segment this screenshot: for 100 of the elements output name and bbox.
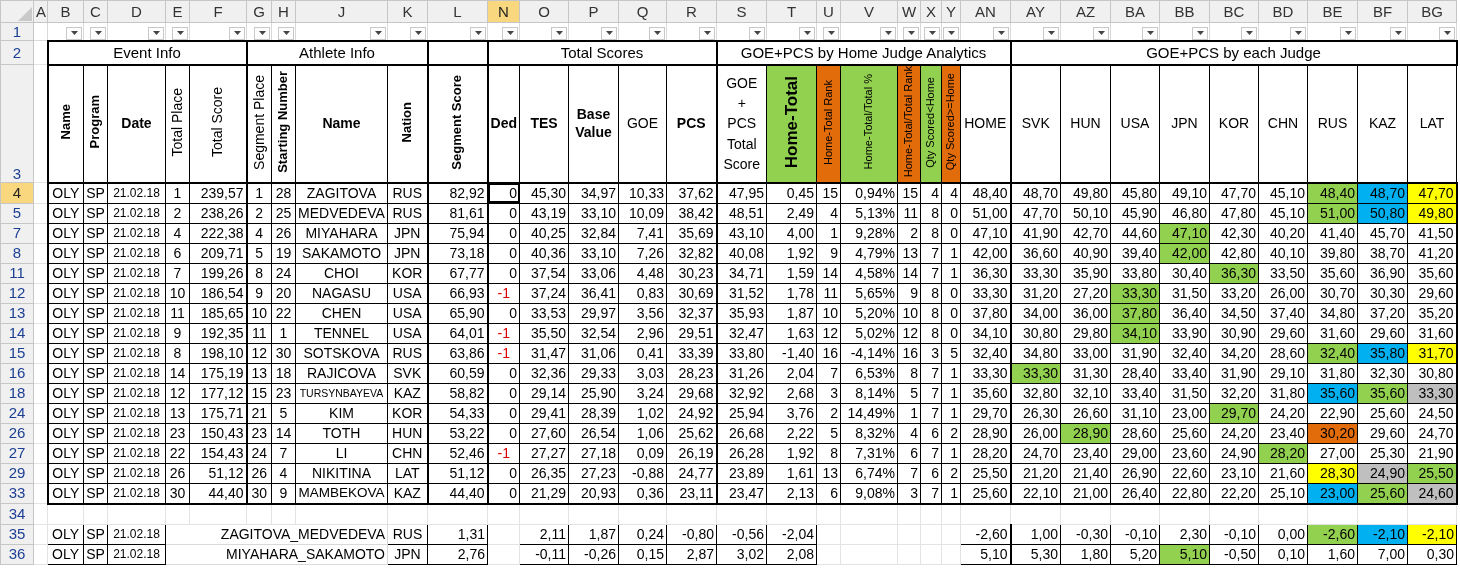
table-cell: 7 — [920, 403, 942, 423]
row-header[interactable]: 18 — [0, 383, 34, 403]
column-header[interactable]: D — [107, 0, 166, 23]
filter-button[interactable] — [229, 26, 245, 39]
column-header[interactable]: AZ — [1060, 0, 1111, 23]
column-header[interactable]: R — [666, 0, 717, 23]
column-header[interactable]: G — [246, 0, 272, 23]
column-header[interactable]: S — [716, 0, 767, 23]
filter-button[interactable] — [924, 26, 940, 39]
filter-button[interactable] — [799, 26, 815, 39]
filter-button[interactable] — [943, 26, 959, 39]
column-header[interactable]: K — [387, 0, 428, 23]
row-header[interactable]: 12 — [0, 283, 34, 303]
filter-button[interactable] — [172, 26, 188, 39]
filter-button[interactable] — [148, 26, 164, 39]
table-cell: 33,80 — [716, 343, 767, 363]
column-header[interactable]: J — [295, 0, 388, 23]
row-header[interactable]: 35 — [0, 524, 34, 544]
row-header[interactable]: 16 — [0, 363, 34, 383]
row-header[interactable]: 26 — [0, 423, 34, 443]
column-header[interactable]: O — [519, 0, 569, 23]
row-header[interactable]: 27 — [0, 443, 34, 463]
column-header[interactable]: P — [568, 0, 619, 23]
row-header[interactable]: 36 — [0, 544, 34, 564]
table-cell: 29,14 — [519, 383, 569, 403]
filter-button[interactable] — [278, 26, 294, 39]
row-header[interactable]: 5 — [0, 203, 34, 223]
column-header[interactable]: N — [487, 0, 520, 23]
filter-button[interactable] — [551, 26, 567, 39]
column-header[interactable]: B — [47, 0, 84, 23]
table-cell: 0,09 — [618, 443, 667, 463]
column-header[interactable]: W — [897, 0, 921, 23]
filter-button[interactable] — [1439, 26, 1455, 39]
table-cell: 26 — [165, 463, 190, 483]
column-header[interactable]: F — [189, 0, 247, 23]
filter-button[interactable] — [649, 26, 665, 39]
column-header[interactable]: AY — [1010, 0, 1061, 23]
column-header[interactable]: C — [83, 0, 108, 23]
table-cell: 29,97 — [568, 303, 619, 323]
column-header[interactable]: E — [165, 0, 190, 23]
column-header[interactable]: V — [840, 0, 898, 23]
filter-button[interactable] — [749, 26, 765, 39]
column-header[interactable]: BD — [1258, 0, 1308, 23]
column-header[interactable]: BF — [1357, 0, 1408, 23]
filter-button[interactable] — [903, 26, 919, 39]
row-header[interactable]: 14 — [0, 323, 34, 343]
column-header[interactable]: BB — [1159, 0, 1210, 23]
column-header[interactable]: H — [271, 0, 296, 23]
filter-button[interactable] — [370, 26, 386, 39]
column-header[interactable]: AN — [960, 0, 1011, 23]
filter-button[interactable] — [699, 26, 715, 39]
table-cell: 26 — [246, 463, 272, 483]
column-header[interactable]: L — [427, 0, 488, 23]
filter-button[interactable] — [90, 26, 106, 39]
column-header[interactable]: BE — [1307, 0, 1358, 23]
filter-button[interactable] — [601, 26, 617, 39]
row-header[interactable]: 29 — [0, 463, 34, 483]
row-header[interactable]: 13 — [0, 303, 34, 323]
row-header[interactable]: 8 — [0, 243, 34, 263]
table-cell: 32,54 — [568, 323, 619, 343]
row-header[interactable]: 2 — [0, 40, 34, 65]
column-header[interactable]: BG — [1407, 0, 1457, 23]
table-cell: 29,60 — [1357, 423, 1408, 443]
filter-button[interactable] — [254, 26, 270, 39]
table-cell: 27,20 — [1060, 283, 1111, 303]
filter-button[interactable] — [1043, 26, 1059, 39]
row-header[interactable]: 33 — [0, 483, 34, 504]
filter-button[interactable] — [823, 26, 839, 39]
filter-button[interactable] — [1241, 26, 1257, 39]
column-header[interactable]: BC — [1209, 0, 1259, 23]
column-label: Home-Total/Total % — [840, 64, 898, 183]
column-header[interactable]: Q — [618, 0, 667, 23]
table-cell: 25,94 — [716, 403, 767, 423]
filter-button[interactable] — [1290, 26, 1306, 39]
filter-button[interactable] — [1142, 26, 1158, 39]
column-header[interactable]: T — [766, 0, 817, 23]
table-cell: NIKITINA — [295, 463, 388, 483]
filter-button[interactable] — [470, 26, 486, 39]
filter-button[interactable] — [1192, 26, 1208, 39]
row-header[interactable]: 24 — [0, 403, 34, 423]
row-header[interactable]: 34 — [0, 503, 34, 524]
column-header[interactable]: X — [920, 0, 942, 23]
filter-button[interactable] — [880, 26, 896, 39]
table-cell: OLY — [47, 303, 84, 323]
filter-button[interactable] — [1390, 26, 1406, 39]
filter-button[interactable] — [502, 26, 518, 39]
filter-button[interactable] — [1340, 26, 1356, 39]
row-header[interactable]: 7 — [0, 223, 34, 243]
row-header[interactable]: 11 — [0, 263, 34, 283]
filter-button[interactable] — [1093, 26, 1109, 39]
filter-button[interactable] — [410, 26, 426, 39]
row-header[interactable]: 4 — [0, 182, 34, 203]
column-header[interactable]: BA — [1110, 0, 1160, 23]
column-header[interactable]: U — [816, 0, 841, 23]
row-header[interactable]: 15 — [0, 343, 34, 363]
filter-button[interactable] — [993, 26, 1009, 39]
filter-button[interactable] — [66, 26, 82, 39]
table-cell: 19 — [271, 243, 296, 263]
table-cell: 25,60 — [1159, 423, 1210, 443]
row-header[interactable]: 3 — [0, 64, 34, 183]
